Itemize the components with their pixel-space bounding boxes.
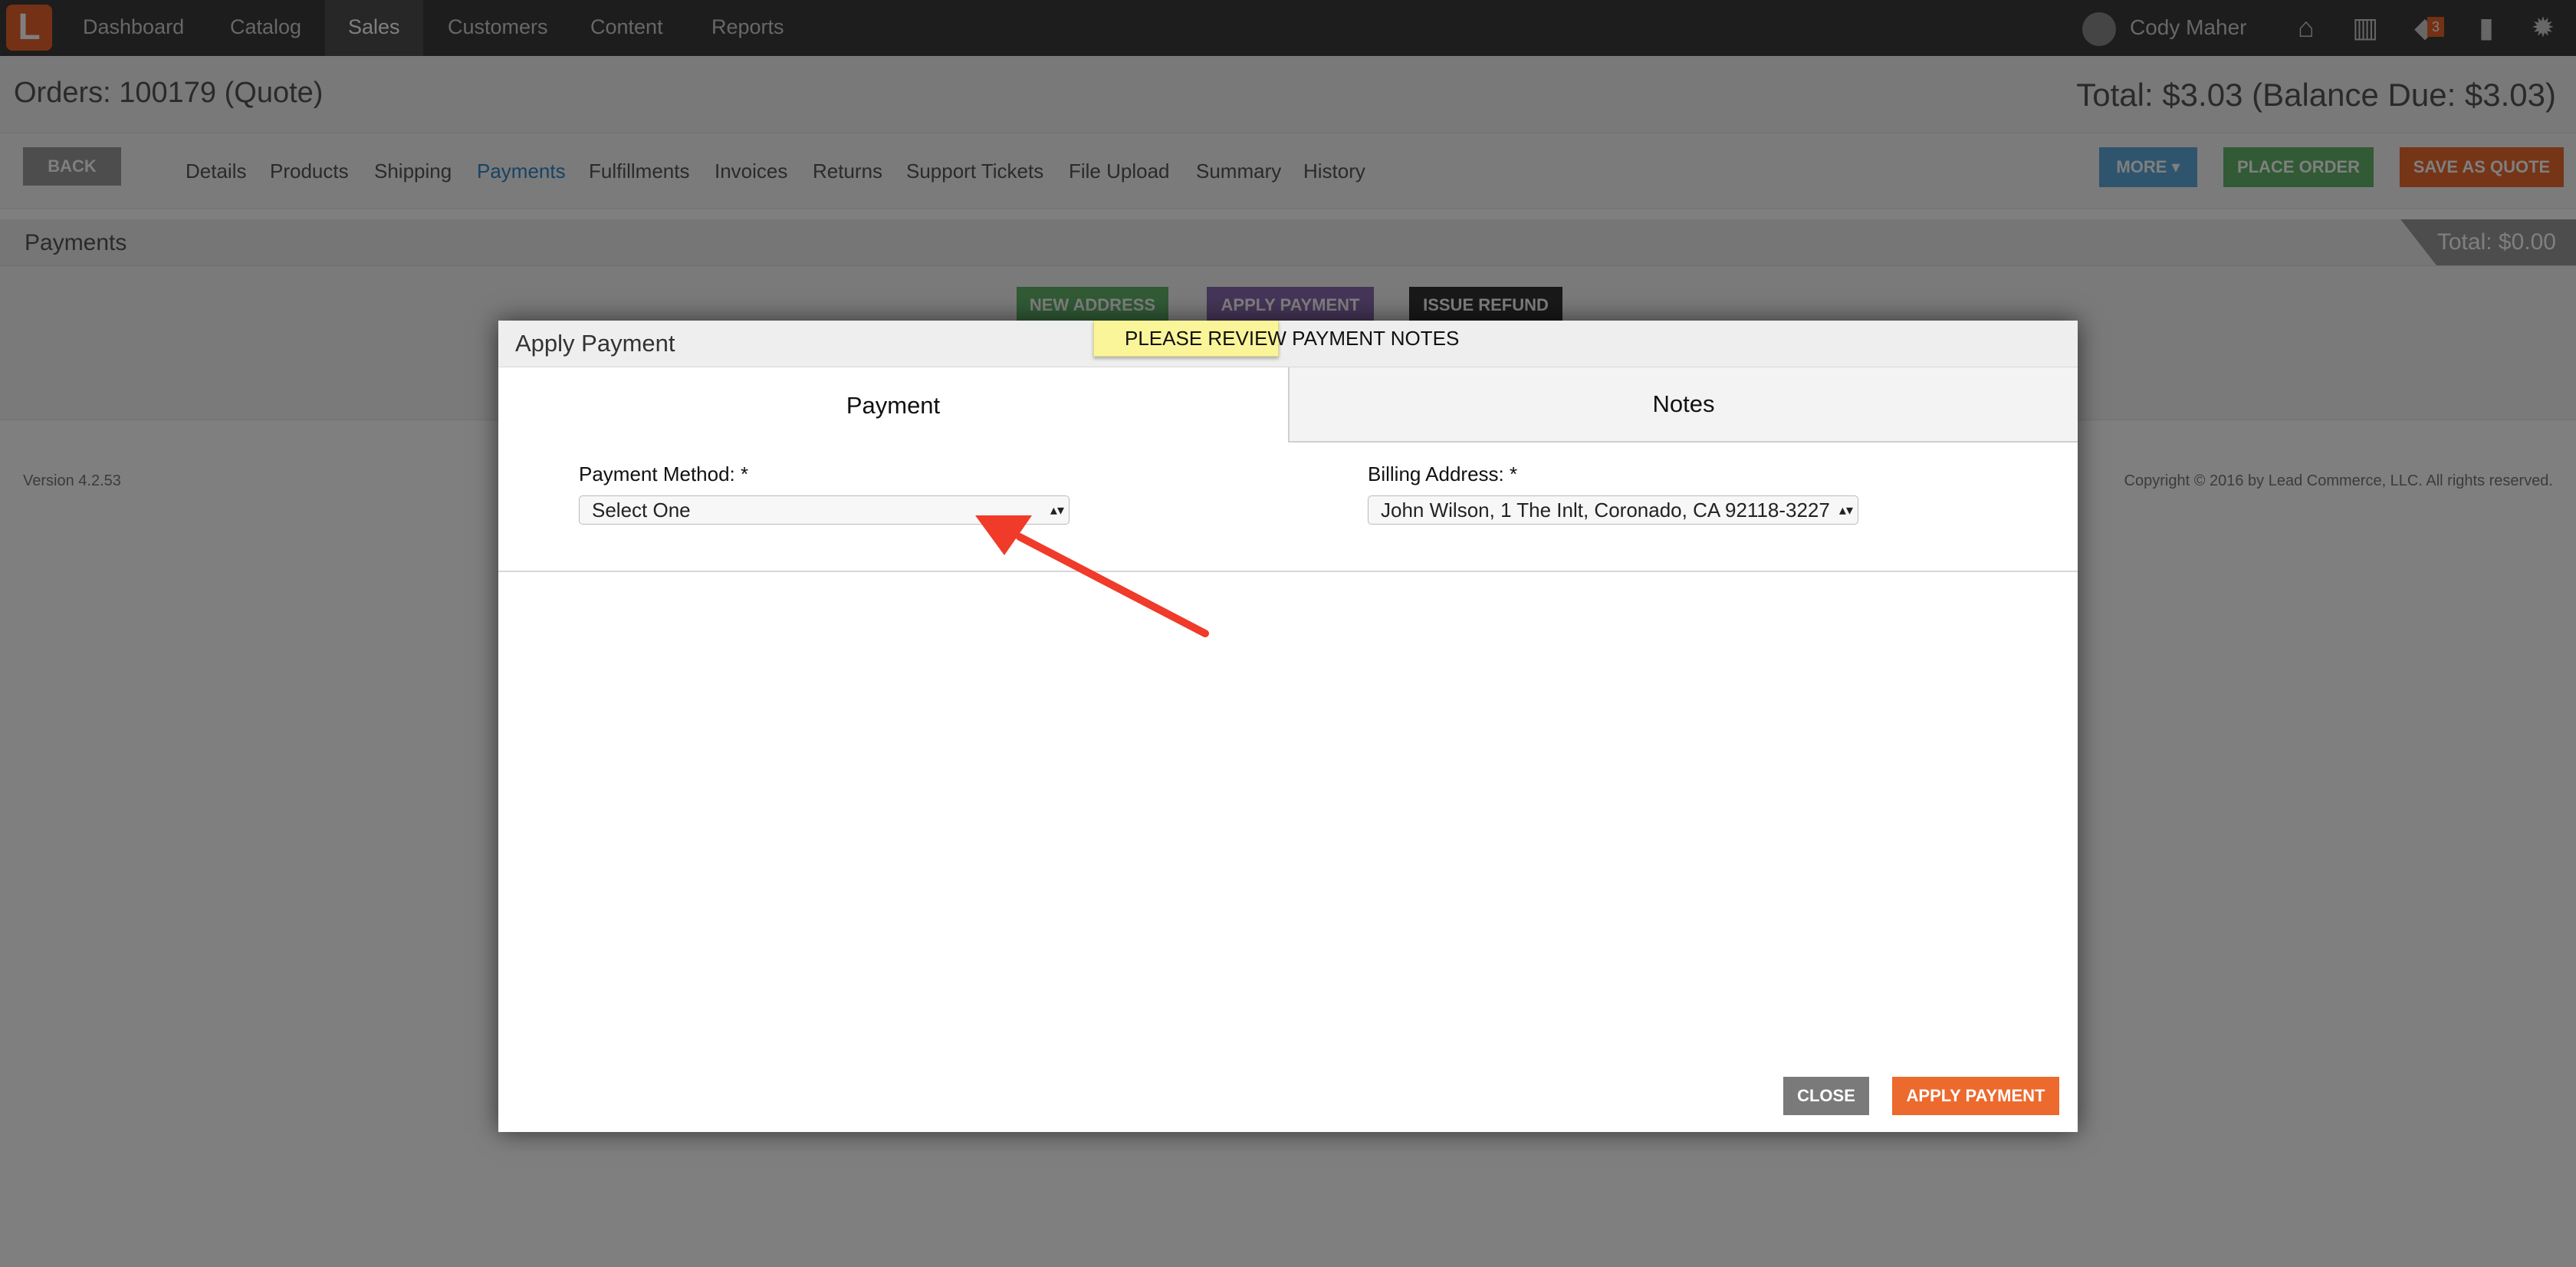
payment-notes-notice[interactable]: PLEASE REVIEW PAYMENT NOTES (1093, 321, 1459, 357)
billing-address-value: John Wilson, 1 The Inlt, Coronado, CA 92… (1381, 499, 1830, 522)
close-button[interactable]: CLOSE (1783, 1077, 1869, 1115)
payment-method-label: Payment Method: * (579, 462, 749, 485)
tab-payment[interactable]: Payment (498, 367, 1288, 444)
modal-divider (498, 571, 2078, 572)
payment-method-select[interactable]: Select One ▴▾ (579, 495, 1070, 525)
modal-title: Apply Payment (515, 330, 675, 357)
billing-address-label: Billing Address: * (1368, 462, 1518, 485)
apply-payment-button[interactable]: APPLY PAYMENT (1892, 1077, 2059, 1115)
select-arrows-icon: ▴▾ (1838, 502, 1853, 518)
payment-method-value: Select One (592, 499, 691, 522)
tab-notes[interactable]: Notes (1288, 367, 2078, 443)
apply-payment-modal: Apply Payment PLEASE REVIEW PAYMENT NOTE… (498, 321, 2078, 1132)
select-arrows-icon: ▴▾ (1050, 502, 1064, 518)
billing-address-select[interactable]: John Wilson, 1 The Inlt, Coronado, CA 92… (1368, 495, 1858, 525)
